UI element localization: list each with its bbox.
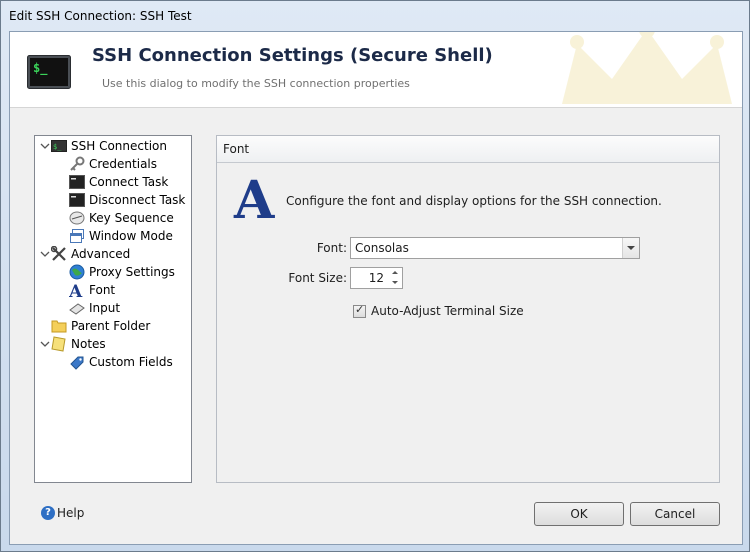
auto-adjust-label: Auto-Adjust Terminal Size [371,304,524,318]
tree-item-label: SSH Connection [71,139,167,153]
font-label: Font: [316,241,347,255]
collapse-arrow-icon[interactable] [39,248,51,260]
tree-item-label: Font [89,283,116,297]
console-icon [69,192,85,208]
folder-icon [51,318,67,334]
font-size-stepper[interactable]: 12 [350,267,403,289]
tree-item-label: Notes [71,337,106,351]
tree-item-parent-folder[interactable]: Parent Folder [51,317,150,335]
font-size-value: 12 [368,271,384,285]
help-label: Help [57,506,85,520]
checkbox-checked-icon[interactable] [353,303,366,318]
tree-item-key-sequence[interactable]: Key Sequence [69,209,174,227]
font-large-icon: A [234,170,275,231]
tree-item-label: Connect Task [89,175,169,189]
font-settings-panel: Font A Configure the font and display op… [216,135,720,483]
svg-text:A: A [69,282,83,298]
tree-item-label: Parent Folder [71,319,151,333]
tag-icon [69,354,85,370]
font-icon: A [68,282,85,302]
terminal-icon: $_ [51,138,67,154]
notes-icon [51,336,67,352]
cancel-button[interactable]: Cancel [630,502,720,526]
dialog-header: $_ SSH Connection Settings (Secure Shell… [10,32,742,108]
title-bar[interactable]: Edit SSH Connection: SSH Test [1,1,749,31]
ok-button[interactable]: OK [534,502,624,526]
tree-item-window-mode[interactable]: Window Mode [69,227,173,245]
tree-item-label: Input [89,301,121,315]
tree-item-label: Credentials [89,157,158,171]
tree-item-font[interactable]: A Font [68,281,116,302]
tree-item-custom-fields[interactable]: Custom Fields [69,353,173,371]
window-title: Edit SSH Connection: SSH Test [9,9,192,23]
console-icon [69,174,85,190]
tree-item-label: Proxy Settings [89,265,175,279]
tree-item-disconnect-task[interactable]: Disconnect Task [69,191,185,209]
header-subtitle: Use this dialog to modify the SSH connec… [102,77,410,90]
font-dropdown-value: Consolas [355,241,409,255]
auto-adjust-checkbox[interactable]: Auto-Adjust Terminal Size [353,303,524,318]
svg-text:$_: $_ [33,61,48,76]
collapse-arrow-icon[interactable] [39,338,51,350]
tree-item-proxy-settings[interactable]: Proxy Settings [69,263,175,281]
crown-watermark-icon [562,32,732,104]
key-icon [69,156,85,172]
globe-icon [69,264,85,280]
panel-header: Font [217,136,719,163]
increment-arrow-icon[interactable] [388,268,402,278]
tree-item-input[interactable]: Input [69,299,120,317]
panel-description: Configure the font and display options f… [286,194,662,208]
font-size-label: Font Size: [288,271,347,285]
svg-text:$_: $_ [53,143,62,151]
window-icon [69,228,85,244]
panel-title: Font [223,142,250,156]
terminal-icon: $_ [27,55,71,89]
font-dropdown[interactable]: Consolas [350,237,640,259]
help-link[interactable]: ? Help [41,506,84,520]
tree-item-label: Custom Fields [89,355,173,369]
tree-item-notes[interactable]: Notes [39,335,106,353]
tree-item-ssh-connection[interactable]: $_ SSH Connection [39,137,167,155]
collapse-arrow-icon[interactable] [39,140,51,152]
decrement-arrow-icon[interactable] [388,278,402,288]
keyboard-icon [69,210,85,226]
tree-item-label: Advanced [71,247,131,261]
header-title: SSH Connection Settings (Secure Shell) [92,45,493,66]
tree-item-credentials[interactable]: Credentials [69,155,157,173]
settings-tree[interactable]: $_ SSH Connection Credentials Connect Ta… [34,135,192,483]
dialog-window: Edit SSH Connection: SSH Test $_ SSH Con… [0,0,750,552]
keyboard-input-icon [69,300,85,316]
tree-item-label: Key Sequence [89,211,174,225]
tree-item-label: Window Mode [89,229,173,243]
tree-item-connect-task[interactable]: Connect Task [69,173,168,191]
tools-icon [50,245,67,262]
help-icon: ? [41,506,55,520]
dialog-client: $_ SSH Connection Settings (Secure Shell… [9,31,743,545]
tree-item-label: Disconnect Task [89,193,186,207]
chevron-down-icon[interactable] [622,238,639,258]
tree-item-advanced[interactable]: Advanced [39,245,130,263]
